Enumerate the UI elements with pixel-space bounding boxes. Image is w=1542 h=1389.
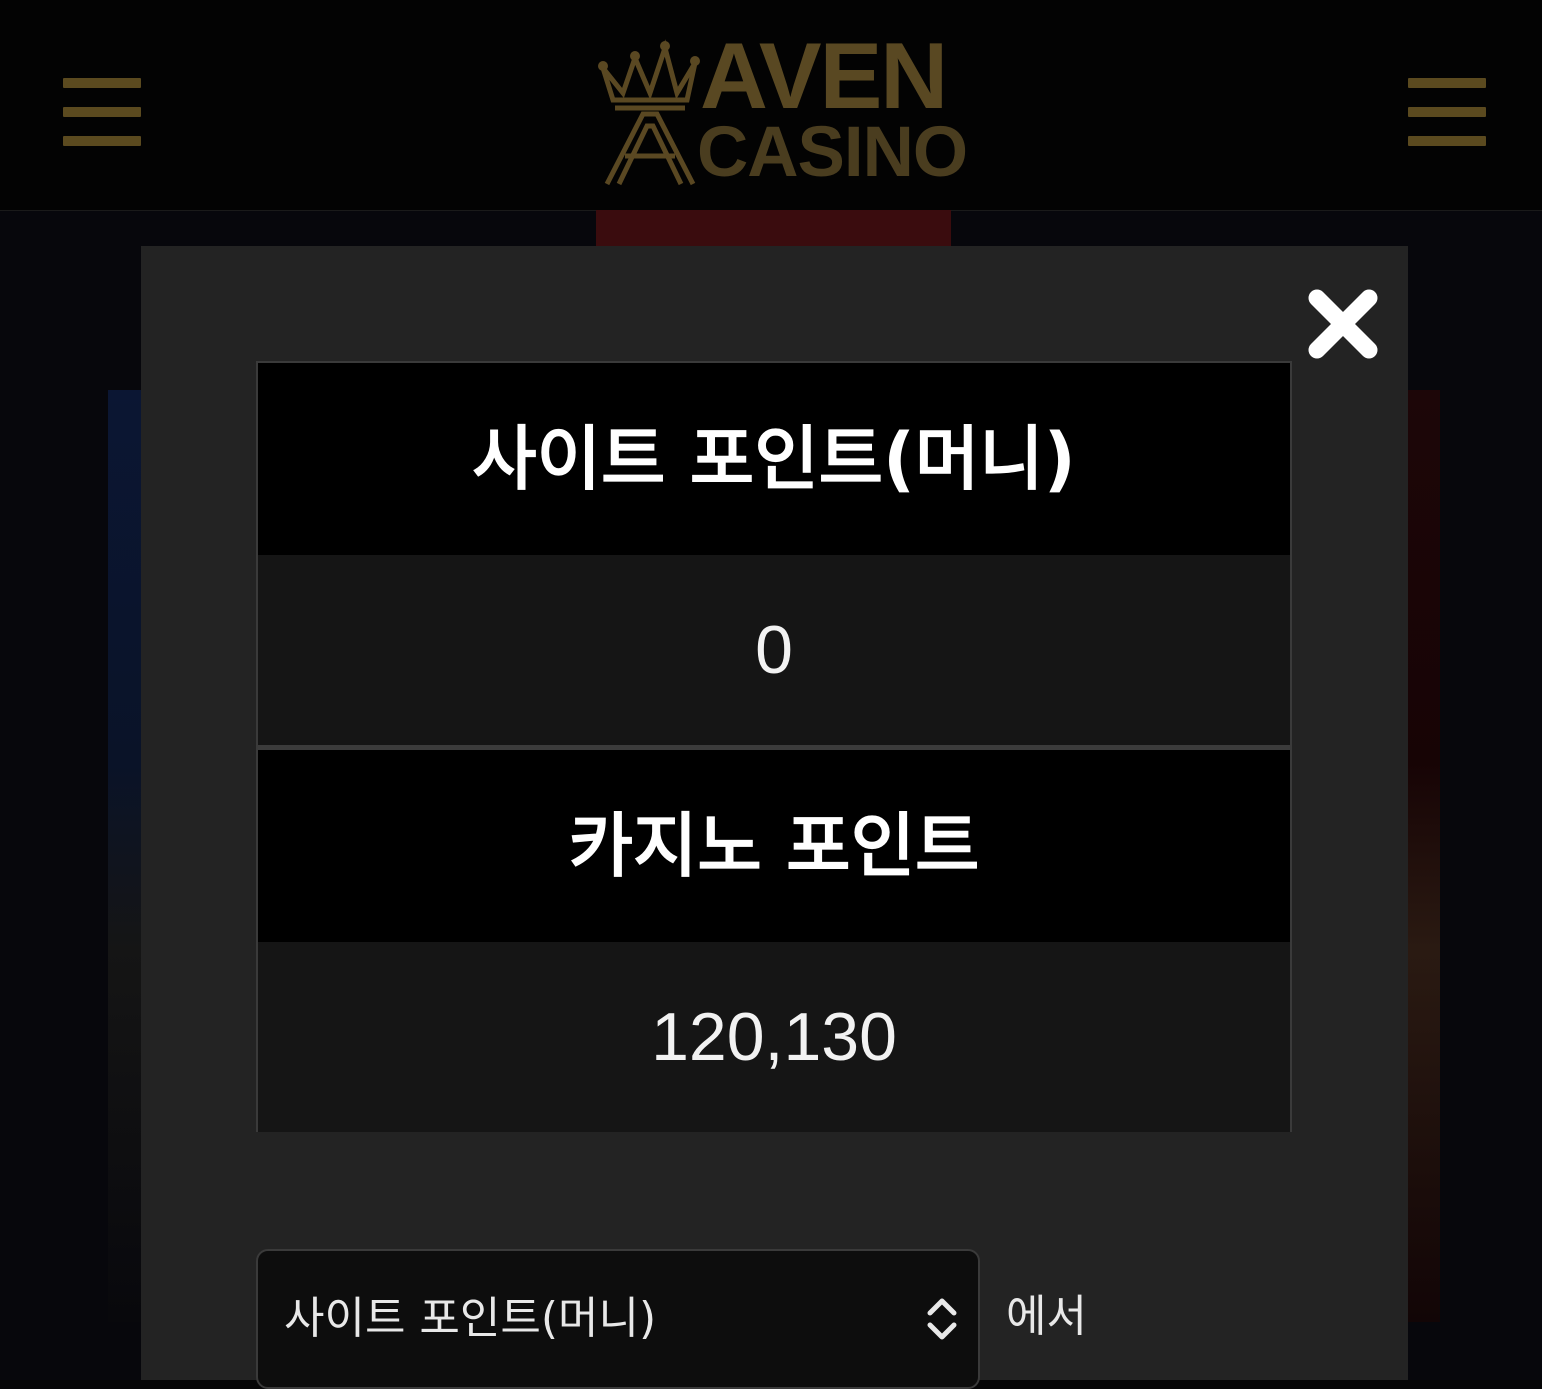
select-updown-icon — [927, 1298, 957, 1340]
source-point-selected: 사이트 포인트(머니) — [284, 1293, 657, 1344]
close-button[interactable] — [1303, 284, 1383, 364]
background-tab — [596, 210, 951, 250]
points-table: 사이트 포인트(머니) 0 카지노 포인트 120,130 — [256, 361, 1292, 1132]
casino-points-label: 카지노 포인트 — [258, 750, 1290, 942]
site-points-value: 0 — [258, 555, 1290, 745]
source-point-select[interactable]: 사이트 포인트(머니) — [256, 1249, 980, 1389]
menu-right-hamburger-icon[interactable] — [1408, 78, 1486, 148]
logo-text-aven: AVEN — [700, 23, 948, 128]
close-icon — [1308, 289, 1378, 359]
source-suffix-label: 에서 — [1006, 1291, 1087, 1342]
top-bar: AVEN CASINO — [0, 0, 1542, 211]
logo-text-casino: CASINO — [697, 113, 968, 192]
casino-points-value: 120,130 — [258, 942, 1290, 1132]
site-points-label: 사이트 포인트(머니) — [258, 363, 1290, 555]
menu-left-hamburger-icon[interactable] — [63, 78, 141, 148]
crown-icon — [598, 39, 700, 186]
